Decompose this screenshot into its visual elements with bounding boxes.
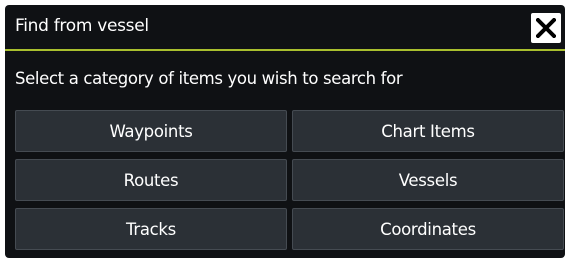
title-divider [5,49,565,51]
coordinates-button[interactable]: Coordinates [292,208,564,250]
chart-items-button[interactable]: Chart Items [292,110,564,152]
dialog-title: Find from vessel [15,16,149,36]
dialog-titlebar: Find from vessel [5,5,565,50]
routes-button[interactable]: Routes [15,159,287,201]
tracks-button[interactable]: Tracks [15,208,287,250]
category-prompt: Select a category of items you wish to s… [15,69,403,88]
vessels-button[interactable]: Vessels [292,159,564,201]
close-button[interactable] [531,13,561,43]
close-icon [536,18,556,38]
waypoints-button[interactable]: Waypoints [15,110,287,152]
find-from-vessel-dialog: Find from vessel Select a category of it… [5,5,565,258]
